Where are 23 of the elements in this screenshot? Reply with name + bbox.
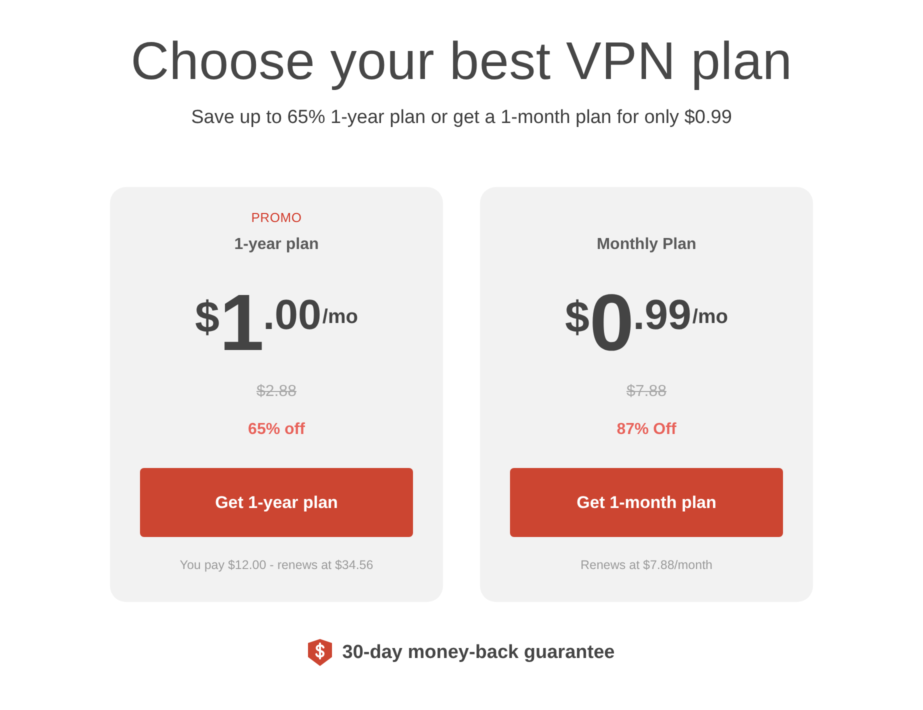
price-cents: .99 xyxy=(633,294,692,336)
page-title: Choose your best VPN plan xyxy=(130,31,792,93)
old-price: $7.88 xyxy=(626,382,667,402)
old-price: $2.88 xyxy=(256,382,297,402)
get-plan-button[interactable]: Get 1-month plan xyxy=(510,468,783,537)
promo-label: PROMO xyxy=(251,210,302,226)
price-currency: $ xyxy=(565,296,590,340)
price-whole: 1 xyxy=(220,288,264,358)
renewal-note: Renews at $7.88/month xyxy=(580,557,713,573)
page-subtitle: Save up to 65% 1-year plan or get a 1-month plan for only $0.99 xyxy=(191,106,732,130)
plan-name: Monthly Plan xyxy=(596,235,696,255)
renewal-note: You pay $12.00 - renews at $34.56 xyxy=(180,557,374,573)
dollar-shield-icon xyxy=(308,639,332,666)
discount-label: 87% Off xyxy=(616,420,676,440)
discount-label: 65% off xyxy=(248,420,305,440)
guarantee-text: 30-day money-back guarantee xyxy=(342,640,615,664)
price-period: /mo xyxy=(692,307,728,327)
plan-name: 1-year plan xyxy=(234,235,319,255)
get-plan-button[interactable]: Get 1-year plan xyxy=(140,468,413,537)
price-cents: .00 xyxy=(263,294,322,336)
price-currency: $ xyxy=(195,296,220,340)
price-whole: 0 xyxy=(590,288,634,358)
price-period: /mo xyxy=(322,307,358,327)
